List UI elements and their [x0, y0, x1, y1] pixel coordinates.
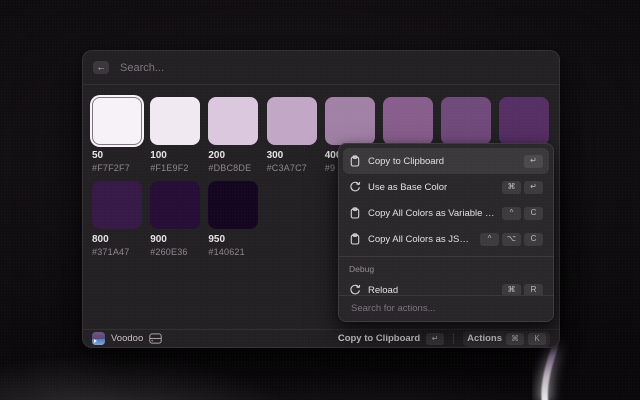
return-key-badge: ↵ [524, 181, 543, 194]
shade-hex: #F1E9F2 [150, 163, 200, 174]
footer-divider [453, 333, 454, 344]
shortcut-keys: ⌘ ↵ [502, 181, 543, 194]
color-swatch[interactable] [208, 97, 258, 145]
voodoo-app-icon [92, 332, 105, 345]
color-swatch[interactable] [208, 181, 258, 229]
action-item-label: Copy All Colors as JSON [368, 234, 473, 245]
shade-hex: #260E36 [150, 247, 200, 258]
actions-label: Actions [467, 333, 502, 344]
app-name: Voodoo [111, 333, 143, 344]
menu-section-label: Debug [343, 257, 549, 277]
action-menu: Copy to Clipboard ↵ Use as Base Color ⌘ … [338, 143, 554, 322]
swatch-cell: 950 #140621 [208, 181, 258, 258]
back-arrow-icon: ← [97, 63, 106, 72]
shade-label: 200 [208, 150, 258, 162]
return-key-badge: ↵ [524, 155, 543, 168]
action-item-use-as-base-color[interactable]: Use as Base Color ⌘ ↵ [343, 174, 549, 200]
cmd-key-badge: ⌘ [506, 333, 524, 345]
clipboard-icon [349, 233, 361, 245]
c-key-badge: C [524, 233, 543, 246]
action-search-bar [339, 295, 553, 321]
shade-label: 50 [92, 150, 142, 162]
color-swatch[interactable] [383, 97, 433, 145]
actions-button[interactable]: Actions ⌘ K [463, 331, 550, 347]
back-button[interactable]: ← [93, 61, 109, 74]
ctrl-key-badge: ^ [502, 207, 521, 220]
color-swatch[interactable] [267, 97, 317, 145]
cmd-key-badge: ⌘ [502, 181, 521, 194]
action-item-copy-all-json[interactable]: Copy All Colors as JSON ^ ⌥ C [343, 226, 549, 252]
action-item-label: Reload [368, 285, 495, 296]
action-item-label: Copy to Clipboard [368, 156, 517, 167]
ctrl-key-badge: ^ [480, 233, 499, 246]
option-key-badge: ⌥ [502, 233, 521, 246]
shade-label: 100 [150, 150, 200, 162]
main-window: ← 50 #F7F2F7 100 #F1E9F2 200 #DBC8DE 300… [82, 50, 560, 348]
shade-label: 800 [92, 234, 142, 246]
clipboard-icon [349, 207, 361, 219]
action-item-label: Copy All Colors as Variable Declara... [368, 208, 495, 219]
return-key-badge: ↵ [426, 333, 444, 345]
search-bar: ← [83, 51, 559, 85]
shade-hex: #DBC8DE [208, 163, 258, 174]
action-search-input[interactable] [349, 302, 543, 315]
shade-hex: #371A47 [92, 247, 142, 258]
action-menu-list: Copy to Clipboard ↵ Use as Base Color ⌘ … [339, 144, 553, 303]
color-swatch[interactable] [92, 97, 142, 145]
shade-hex: #F7F2F7 [92, 163, 142, 174]
storage-icon[interactable] [149, 333, 162, 344]
shortcut-keys: ^ ⌥ C [480, 233, 543, 246]
color-swatch[interactable] [92, 181, 142, 229]
swatch-cell: 100 #F1E9F2 [150, 97, 200, 174]
color-swatch[interactable] [150, 97, 200, 145]
color-swatch[interactable] [325, 97, 375, 145]
shortcut-keys: ↵ [524, 155, 543, 168]
shortcut-keys: ^ C [502, 207, 543, 220]
search-input[interactable] [118, 61, 549, 75]
color-swatch[interactable] [441, 97, 491, 145]
color-swatch[interactable] [150, 181, 200, 229]
swatch-cell: 50 #F7F2F7 [92, 97, 142, 174]
action-item-copy-to-clipboard[interactable]: Copy to Clipboard ↵ [343, 148, 549, 174]
shade-hex: #140621 [208, 247, 258, 258]
rotate-arrow-icon [349, 181, 361, 193]
k-key-badge: K [528, 333, 546, 345]
shade-label: 950 [208, 234, 258, 246]
page-background: { "window": { "search_placeholder": "Sea… [0, 0, 640, 400]
c-key-badge: C [524, 207, 543, 220]
swatch-cell: 200 #DBC8DE [208, 97, 258, 174]
shade-label: 300 [267, 150, 317, 162]
swatch-cell: 300 #C3A7C7 [267, 97, 317, 174]
action-item-label: Use as Base Color [368, 182, 495, 193]
swatch-cell: 800 #371A47 [92, 181, 142, 258]
shade-label: 900 [150, 234, 200, 246]
footer-primary-action[interactable]: Copy to Clipboard [338, 333, 420, 344]
shade-hex: #C3A7C7 [267, 163, 317, 174]
footer-bar: Voodoo Copy to Clipboard ↵ Actions ⌘ K [83, 329, 559, 347]
color-swatch[interactable] [499, 97, 549, 145]
clipboard-icon [349, 155, 361, 167]
action-item-copy-all-variable-declarations[interactable]: Copy All Colors as Variable Declara... ^… [343, 200, 549, 226]
swatch-cell: 900 #260E36 [150, 181, 200, 258]
